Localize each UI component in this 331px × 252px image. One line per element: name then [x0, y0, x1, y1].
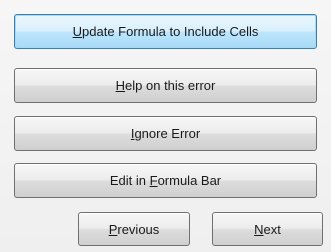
error-options-panel: Update Formula to Include Cells Help on … [0, 0, 331, 252]
update-formula-button[interactable]: Update Formula to Include Cells [14, 14, 317, 49]
accelerator-key: U [72, 24, 83, 39]
next-button[interactable]: Next [212, 212, 323, 246]
accelerator-key: N [254, 221, 264, 237]
edit-in-formula-bar-button[interactable]: Edit in Formula Bar [14, 163, 317, 198]
ignore-error-button[interactable]: Ignore Error [14, 116, 317, 151]
edit-in-formula-bar-label: Edit in Formula Bar [109, 173, 222, 188]
accelerator-key: H [115, 78, 126, 93]
next-label: Next [254, 221, 281, 237]
help-on-error-button[interactable]: Help on this error [14, 68, 317, 103]
previous-button[interactable]: Previous [78, 212, 190, 246]
update-formula-label: Update Formula to Include Cells [72, 24, 259, 39]
previous-label: Previous [108, 221, 160, 237]
help-on-error-label: Help on this error [115, 78, 216, 93]
accelerator-key: F [149, 173, 158, 188]
ignore-error-label: Ignore Error [130, 126, 201, 141]
